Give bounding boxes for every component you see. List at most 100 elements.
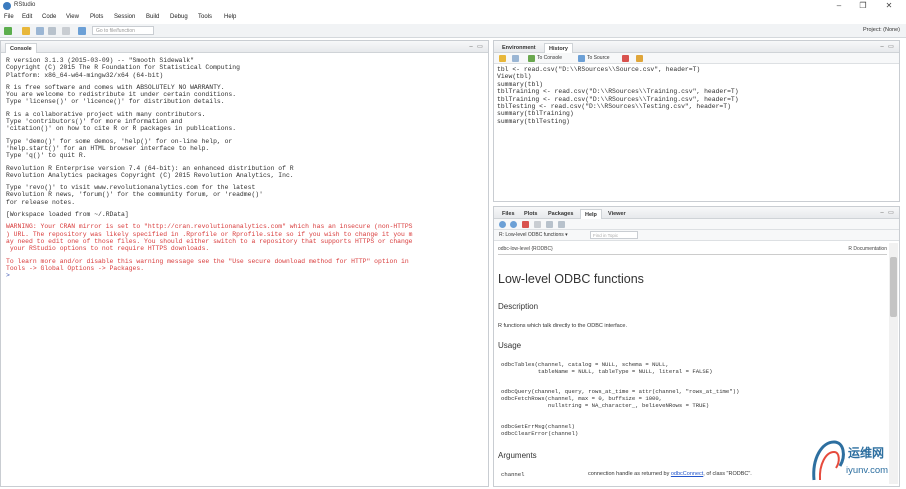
history-entry[interactable]: tblTraining <- read.csv("D:\\RSources\\T…	[497, 88, 895, 95]
help-title: Low-level ODBC functions	[498, 272, 644, 286]
console-warning-line: Tools -> Global Options -> Packages.	[6, 264, 145, 272]
clear-history-icon[interactable]	[636, 55, 643, 62]
history-entry[interactable]: tblTraining <- read.csv("D:\\RSources\\T…	[497, 96, 895, 103]
print-icon[interactable]	[62, 27, 70, 35]
tab-packages[interactable]: Packages	[544, 209, 577, 219]
console-warning-line: ay need to edit one of those files. You …	[6, 237, 413, 245]
tab-help[interactable]: Help	[580, 209, 602, 219]
to-source-button[interactable]: To Source	[587, 55, 610, 61]
tab-plots[interactable]: Plots	[520, 209, 541, 219]
watermark-cn: 运维网	[848, 446, 885, 460]
tab-history[interactable]: History	[544, 43, 573, 53]
tab-viewer[interactable]: Viewer	[604, 209, 630, 219]
tab-files[interactable]: Files	[498, 209, 519, 219]
new-file-icon[interactable]	[4, 27, 12, 35]
history-entry[interactable]: summary(tblTraining)	[497, 110, 895, 117]
print-icon[interactable]	[534, 221, 541, 228]
maximize-pane-icon[interactable]: ▭	[888, 44, 894, 50]
menu-bar: File Edit Code View Plots Session Build …	[0, 12, 906, 24]
menu-session[interactable]: Session	[114, 14, 135, 20]
history-entry[interactable]: tblTesting <- read.csv("D:\\RSources\\Te…	[497, 103, 895, 110]
console-warning-line: WARNING: Your CRAN mirror is set to "htt…	[6, 223, 413, 231]
console-line: R is a collaborative project with many c…	[6, 110, 206, 118]
go-to-file-icon[interactable]	[78, 27, 86, 35]
env-header: Environment History – ▭	[494, 41, 899, 53]
minimize-icon[interactable]: –	[832, 1, 846, 11]
menu-code[interactable]: Code	[42, 14, 56, 20]
refresh-icon[interactable]	[558, 221, 565, 228]
scroll-thumb[interactable]	[890, 257, 897, 317]
tab-environment[interactable]: Environment	[498, 43, 540, 53]
watermark-swirl-icon	[812, 440, 845, 481]
find-in-topic-input[interactable]: Find in Topic	[590, 231, 638, 239]
maximize-pane-icon[interactable]: ▭	[477, 44, 483, 50]
forward-icon[interactable]	[510, 221, 517, 228]
tab-console[interactable]: Console	[5, 43, 37, 53]
remove-entry-icon[interactable]	[622, 55, 629, 62]
to-console-button[interactable]: To Console	[537, 55, 562, 61]
open-folder-icon[interactable]	[22, 27, 30, 35]
menu-plots[interactable]: Plots	[90, 14, 103, 20]
minimize-pane-icon[interactable]: –	[468, 44, 474, 50]
environment-history-pane: Environment History – ▭ To Console To So…	[493, 40, 900, 202]
console-line: Type 'license()' or 'licence()' for dist…	[6, 98, 225, 106]
history-toolbar: To Console To Source	[494, 53, 899, 64]
odbcconnect-link[interactable]: odbcConnect	[671, 471, 703, 477]
console-line: for release notes.	[6, 198, 76, 206]
site-watermark-logo: 运维网 iyunv.com	[808, 432, 904, 488]
console-line: Platform: x86_64-w64-mingw32/x64 (64-bit…	[6, 71, 164, 79]
history-entry[interactable]: summary(tbl)	[497, 81, 895, 88]
home-icon[interactable]	[522, 221, 529, 228]
title-bar: RStudio – ❐ ✕	[0, 0, 906, 12]
console-line: R is free software and comes with ABSOLU…	[6, 83, 225, 91]
console-output[interactable]: R version 3.1.3 (2015-03-09) -- "Smooth …	[6, 57, 484, 482]
console-line: 'citation()' on how to cite R or R packa…	[6, 125, 237, 133]
console-line: 'help.start()' for an HTML browser inter…	[6, 144, 210, 152]
help-topic-dropdown[interactable]: R: Low-level ODBC functions ▾	[499, 232, 568, 238]
help-arg-text: , of class "RODBC".	[703, 471, 752, 477]
menu-view[interactable]: View	[66, 14, 79, 20]
go-to-file-input[interactable]: Go to file/function	[92, 26, 154, 35]
history-entry[interactable]: summary(tblTesting)	[497, 118, 895, 125]
menu-help[interactable]: Help	[224, 14, 236, 20]
save-history-icon[interactable]	[512, 55, 519, 62]
maximize-pane-icon[interactable]: ▭	[888, 210, 894, 216]
console-line: R version 3.1.3 (2015-03-09) -- "Smooth …	[6, 57, 194, 64]
minimize-pane-icon[interactable]: –	[879, 44, 885, 50]
history-entry[interactable]: View(tbl)	[497, 73, 895, 80]
project-menu[interactable]: Project: (None)	[863, 27, 900, 33]
window-title: RStudio	[14, 2, 36, 8]
console-line: Revolution R Enterprise version 7.4 (64-…	[6, 164, 294, 172]
console-line: Type 'demo()' for some demos, 'help()' f…	[6, 137, 233, 145]
console-warning-line: To learn more and/or disable this warnin…	[6, 257, 409, 265]
help-toolbar	[494, 219, 899, 230]
console-line: Type 'contributors()' for more informati…	[6, 118, 183, 126]
console-line: Copyright (C) 2015 The R Foundation for …	[6, 64, 240, 72]
console-line: You are welcome to redistribute it under…	[6, 91, 237, 99]
menu-file[interactable]: File	[4, 14, 14, 20]
menu-tools[interactable]: Tools	[198, 14, 212, 20]
help-heading-description: Description	[498, 302, 539, 311]
menu-debug[interactable]: Debug	[170, 14, 188, 20]
close-icon[interactable]: ✕	[882, 1, 896, 11]
to-console-icon[interactable]	[528, 55, 535, 62]
save-all-icon[interactable]	[48, 27, 56, 35]
console-line: Revolution R news, 'forum()' for the com…	[6, 191, 263, 199]
history-entry[interactable]: tbl <- read.csv("D:\\RSources\\Source.cs…	[497, 66, 895, 73]
maximize-icon[interactable]: ❐	[856, 1, 870, 11]
console-prompt[interactable]: >	[6, 272, 484, 279]
help-arg-text: connection handle as returned by	[588, 471, 671, 477]
console-line: Revolution Analytics packages Copyright …	[6, 171, 294, 179]
load-history-icon[interactable]	[499, 55, 506, 62]
help-heading-arguments: Arguments	[498, 451, 537, 460]
to-source-icon[interactable]	[578, 55, 585, 62]
menu-build[interactable]: Build	[146, 14, 159, 20]
save-icon[interactable]	[36, 27, 44, 35]
history-list[interactable]: tbl <- read.csv("D:\\RSources\\Source.cs…	[497, 66, 895, 125]
back-icon[interactable]	[499, 221, 506, 228]
minimize-pane-icon[interactable]: –	[879, 210, 885, 216]
menu-edit[interactable]: Edit	[22, 14, 32, 20]
help-usage-code: odbcQuery(channel, query, rows_at_time =…	[501, 388, 740, 409]
popout-icon[interactable]	[546, 221, 553, 228]
help-topic-bar: R: Low-level ODBC functions ▾ Find in To…	[494, 230, 899, 241]
